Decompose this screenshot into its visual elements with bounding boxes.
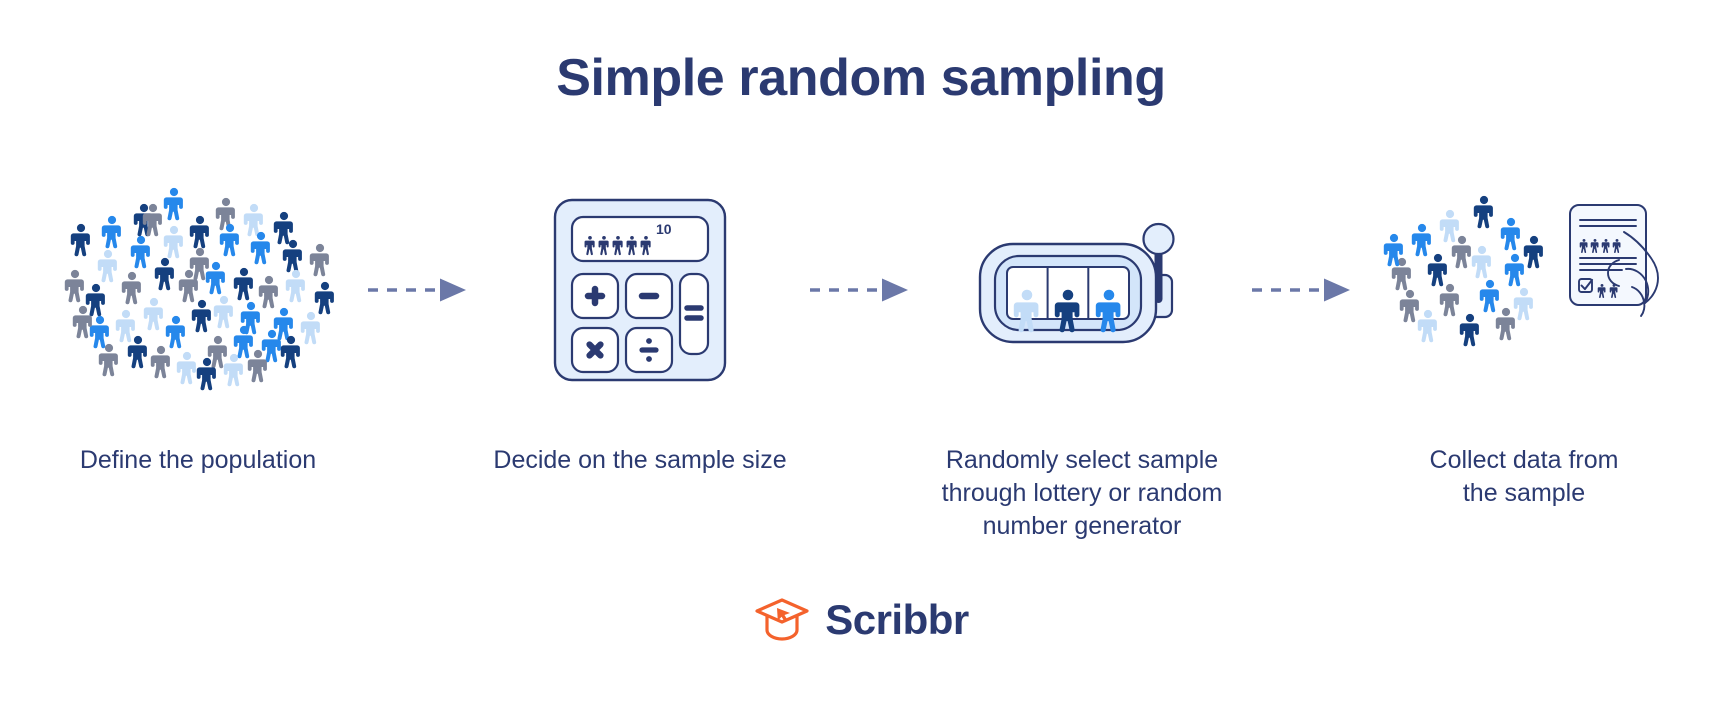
person-icon bbox=[1523, 235, 1543, 269]
person-icon bbox=[1439, 209, 1459, 243]
person-icon bbox=[280, 335, 300, 369]
population-crowd-illustration bbox=[33, 150, 363, 430]
connector-3 bbox=[1247, 150, 1359, 430]
person-icon bbox=[70, 223, 90, 257]
calculator-icon: 10 bbox=[553, 198, 727, 382]
person-icon bbox=[1439, 283, 1459, 317]
sample-cluster bbox=[1374, 165, 1674, 415]
person-icon bbox=[1479, 279, 1499, 313]
graduation-cap-cursor-icon bbox=[755, 598, 809, 641]
person-icon bbox=[1500, 217, 1520, 251]
person-icon bbox=[300, 311, 320, 345]
process-flow: Define the population 10 Decide on the s… bbox=[0, 150, 1722, 570]
person-icon bbox=[97, 249, 117, 283]
person-icon bbox=[1504, 253, 1524, 287]
person-icon bbox=[163, 187, 183, 221]
step-caption: Define the population bbox=[79, 446, 317, 474]
caption-line: through lottery or random bbox=[941, 479, 1223, 507]
person-icon bbox=[1495, 307, 1515, 341]
person-icon bbox=[1473, 195, 1493, 229]
caption-line: the sample bbox=[1462, 479, 1586, 507]
person-icon bbox=[1417, 309, 1437, 343]
slot-machine-illustration bbox=[917, 150, 1247, 430]
person-icon bbox=[1513, 287, 1533, 321]
person-icon bbox=[309, 243, 329, 277]
page-title: Simple random sampling bbox=[556, 49, 1166, 107]
calculator-superscript: 10 bbox=[656, 221, 672, 237]
person-icon bbox=[64, 269, 84, 303]
person-icon bbox=[1411, 223, 1431, 257]
lever-knob bbox=[1141, 222, 1175, 256]
person-icon bbox=[1471, 245, 1491, 279]
person-icon bbox=[233, 267, 253, 301]
person-icon bbox=[72, 305, 92, 339]
person-icon bbox=[150, 345, 170, 379]
step-decide-sample-size: 10 Decide on the sample size bbox=[475, 150, 805, 477]
person-icon bbox=[250, 231, 270, 265]
person-icon bbox=[121, 271, 141, 305]
caption-line: Collect data from bbox=[1429, 446, 1619, 474]
dashed-arrow-icon bbox=[810, 278, 908, 302]
crowd-cluster bbox=[48, 155, 348, 425]
step-caption: Collect data from the sample bbox=[1364, 444, 1684, 510]
caption-line: number generator bbox=[982, 512, 1182, 540]
person-icon bbox=[243, 203, 263, 237]
person-icon bbox=[176, 351, 196, 385]
calculator-illustration: 10 bbox=[475, 150, 805, 430]
step-caption: Randomly select sample through lottery o… bbox=[922, 444, 1242, 543]
slot-machine-icon bbox=[978, 222, 1175, 344]
person-icon bbox=[154, 257, 174, 291]
person-icon bbox=[247, 349, 267, 383]
caption-line: Randomly select sample bbox=[945, 446, 1219, 474]
person-icon bbox=[1399, 289, 1419, 323]
dashed-arrow-icon bbox=[1252, 278, 1350, 302]
person-icon bbox=[285, 269, 305, 303]
person-icon bbox=[98, 343, 118, 377]
step-collect-data: Collect data from the sample bbox=[1359, 150, 1689, 510]
person-icon bbox=[189, 215, 209, 249]
person-icon bbox=[273, 307, 293, 341]
person-icon bbox=[89, 315, 109, 349]
person-icon bbox=[115, 309, 135, 343]
person-icon bbox=[1391, 257, 1411, 291]
person-icon bbox=[85, 283, 105, 317]
infographic-card: Simple random sampling Define the popula… bbox=[0, 0, 1722, 708]
connector-1 bbox=[363, 150, 475, 430]
person-icon bbox=[101, 215, 121, 249]
person-icon bbox=[1427, 253, 1447, 287]
person-icon bbox=[282, 239, 302, 273]
person-icon bbox=[223, 353, 243, 387]
crowd-svg bbox=[64, 187, 334, 391]
person-icon bbox=[258, 275, 278, 309]
survey-sheet bbox=[1569, 204, 1659, 317]
connector-2 bbox=[805, 150, 917, 430]
person-icon bbox=[1459, 313, 1479, 347]
person-icon bbox=[130, 235, 150, 269]
person-icon bbox=[314, 281, 334, 315]
person-icon bbox=[191, 299, 211, 333]
brand-logo[interactable]: Scribbr bbox=[0, 594, 1722, 646]
sample-svg bbox=[1383, 195, 1659, 347]
step-define-population: Define the population bbox=[33, 150, 363, 477]
person-icon bbox=[213, 295, 233, 329]
step-random-selection: Randomly select sample through lottery o… bbox=[917, 150, 1247, 543]
dashed-arrow-icon bbox=[368, 278, 466, 302]
sample-survey-illustration bbox=[1359, 150, 1689, 430]
step-caption: Decide on the sample size bbox=[493, 446, 787, 474]
person-icon bbox=[165, 315, 185, 349]
person-icon bbox=[163, 225, 183, 259]
person-icon bbox=[233, 325, 253, 359]
brand-name: Scribbr bbox=[825, 596, 969, 643]
person-icon bbox=[261, 329, 281, 363]
person-icon bbox=[143, 297, 163, 331]
person-icon bbox=[273, 211, 293, 245]
